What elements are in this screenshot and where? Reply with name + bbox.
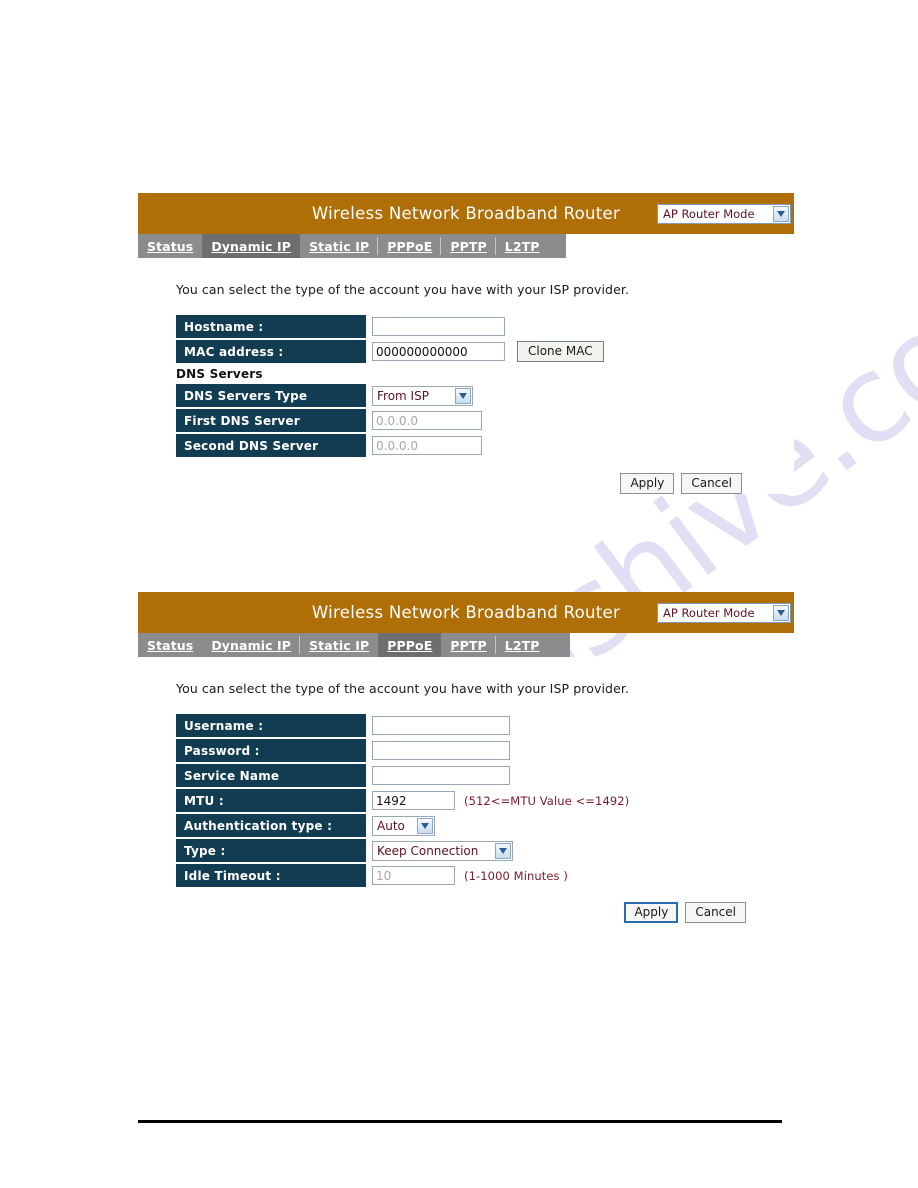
authentication-type-label: Authentication type :	[176, 814, 366, 837]
mac-address-input[interactable]	[372, 342, 505, 361]
form-row-type: Type : Keep Connection	[176, 839, 794, 862]
operation-mode-value: AP Router Mode	[663, 206, 755, 221]
connection-type-value: Keep Connection	[377, 843, 479, 858]
first-dns-server-input[interactable]	[372, 411, 482, 430]
dns-servers-heading: DNS Servers	[176, 367, 263, 381]
cancel-button[interactable]: Cancel	[685, 902, 746, 923]
type-label: Type :	[176, 839, 366, 862]
operation-mode-value: AP Router Mode	[663, 605, 755, 620]
intro-text: You can select the type of the account y…	[176, 282, 630, 297]
tab-label: Static IP	[309, 238, 370, 254]
idle-timeout-input[interactable]	[372, 866, 455, 885]
tab-label: PPPoE	[387, 238, 433, 254]
pppoe-form: Username : Password : Service Name MTU:…	[176, 714, 794, 887]
dns-servers-type-select[interactable]: From ISP	[372, 385, 473, 406]
connection-type-select[interactable]: Keep Connection	[372, 840, 513, 861]
tab-pppoe[interactable]: PPPoE	[378, 633, 442, 657]
tab-l2tp[interactable]: L2TP	[496, 234, 549, 258]
dns-servers-type-value: From ISP	[377, 388, 429, 403]
mtu-input[interactable]	[372, 791, 455, 810]
tab-pppoe[interactable]: PPPoE	[378, 234, 442, 258]
form-row-password: Password :	[176, 739, 794, 762]
tab-label: Status	[147, 637, 194, 653]
operation-mode-select[interactable]: AP Router Mode	[657, 602, 791, 623]
form-row-dns-type: DNS Servers Type From ISP	[176, 384, 794, 407]
apply-button[interactable]: Apply	[624, 902, 679, 923]
idle-timeout-hint: (1-1000 Minutes )	[464, 868, 568, 883]
tab-label: Status	[147, 238, 194, 254]
hostname-label: Hostname :	[176, 315, 366, 338]
chevron-down-icon[interactable]	[495, 842, 511, 859]
form-row-idle-timeout: Idle Timeout : (1-1000 Minutes )	[176, 864, 794, 887]
tab-static-ip[interactable]: Static IP	[300, 633, 378, 657]
apply-button[interactable]: Apply	[620, 473, 675, 494]
first-dns-server-label: First DNS Server	[176, 409, 366, 432]
tab-label: L2TP	[504, 238, 540, 254]
hostname-input[interactable]	[372, 317, 505, 336]
form-row-auth-type: Authentication type : Auto	[176, 814, 794, 837]
form-row-service-name: Service Name	[176, 764, 794, 787]
form-row-first-dns: First DNS Server	[176, 409, 794, 432]
username-input[interactable]	[372, 716, 510, 735]
service-name-label: Service Name	[176, 764, 366, 787]
tab-status[interactable]: Status	[138, 633, 202, 657]
dns-servers-type-label: DNS Servers Type	[176, 384, 366, 407]
page-title: Wireless Network Broadband Router	[311, 603, 621, 622]
tab-dynamic-ip[interactable]: Dynamic IP	[202, 234, 301, 258]
tab-pptp[interactable]: PPTP	[441, 633, 497, 657]
chevron-down-icon[interactable]	[773, 604, 789, 621]
tab-label: Dynamic IP	[211, 637, 292, 653]
second-dns-server-label: Second DNS Server	[176, 434, 366, 457]
router-panel-dynamic-ip: Wireless Network Broadband Router AP Rou…	[138, 193, 794, 494]
mac-address-label: MAC address :	[176, 340, 366, 363]
tab-label: PPTP	[450, 238, 487, 254]
form-row-second-dns: Second DNS Server	[176, 434, 794, 457]
clone-mac-button[interactable]: Clone MAC	[517, 341, 604, 362]
tab-label: L2TP	[504, 637, 540, 653]
chevron-down-icon[interactable]	[455, 387, 471, 404]
tab-static-ip[interactable]: Static IP	[300, 234, 379, 258]
tab-pptp[interactable]: PPTP	[441, 234, 497, 258]
router-panel-pppoe: Wireless Network Broadband Router AP Rou…	[138, 592, 794, 923]
tab-dynamic-ip[interactable]: Dynamic IP	[202, 633, 300, 657]
tab-label: Dynamic IP	[211, 238, 292, 254]
cancel-button[interactable]: Cancel	[681, 473, 742, 494]
mtu-hint: (512<=MTU Value <=1492)	[464, 793, 630, 808]
tab-bar: Status Dynamic IP Static IP PPPoE PPTP L…	[138, 234, 566, 258]
password-input[interactable]	[372, 741, 510, 760]
chevron-down-icon[interactable]	[773, 205, 789, 222]
operation-mode-select[interactable]: AP Router Mode	[657, 203, 791, 224]
form-row-mtu: MTU : (512<=MTU Value <=1492)	[176, 789, 794, 812]
authentication-type-value: Auto	[377, 818, 405, 833]
username-label: Username :	[176, 714, 366, 737]
form-row-mac-address: MAC address : Clone MAC	[176, 340, 794, 363]
panel-titlebar: Wireless Network Broadband Router AP Rou…	[138, 592, 794, 633]
second-dns-server-input[interactable]	[372, 436, 482, 455]
tab-status[interactable]: Status	[138, 234, 202, 258]
form-row-hostname: Hostname :	[176, 315, 794, 338]
panel-body: You can select the type of the account y…	[138, 657, 794, 923]
dynamic-ip-form: Hostname : MAC address : Clone MAC DNS S…	[176, 315, 794, 457]
footer-divider	[138, 1120, 782, 1123]
authentication-type-select[interactable]: Auto	[372, 815, 435, 836]
service-name-input[interactable]	[372, 766, 510, 785]
chevron-down-icon[interactable]	[417, 817, 433, 834]
form-actions: Apply Cancel	[176, 473, 794, 494]
panel-body: You can select the type of the account y…	[138, 258, 794, 494]
idle-timeout-label: Idle Timeout :	[176, 864, 366, 887]
tab-label: PPPoE	[387, 637, 433, 653]
panel-titlebar: Wireless Network Broadband Router AP Rou…	[138, 193, 794, 234]
tab-bar: Status Dynamic IP Static IP PPPoE PPTP L…	[138, 633, 570, 657]
document-page: Wireless Network Broadband Router AP Rou…	[0, 0, 918, 1188]
form-row-username: Username :	[176, 714, 794, 737]
form-actions: Apply Cancel	[176, 902, 794, 923]
tab-label: Static IP	[309, 637, 370, 653]
intro-text: You can select the type of the account y…	[176, 681, 630, 696]
tab-label: PPTP	[450, 637, 487, 653]
tab-l2tp[interactable]: L2TP	[496, 633, 549, 657]
mtu-label: MTU :	[176, 789, 366, 812]
password-label: Password :	[176, 739, 366, 762]
page-title: Wireless Network Broadband Router	[311, 204, 621, 223]
